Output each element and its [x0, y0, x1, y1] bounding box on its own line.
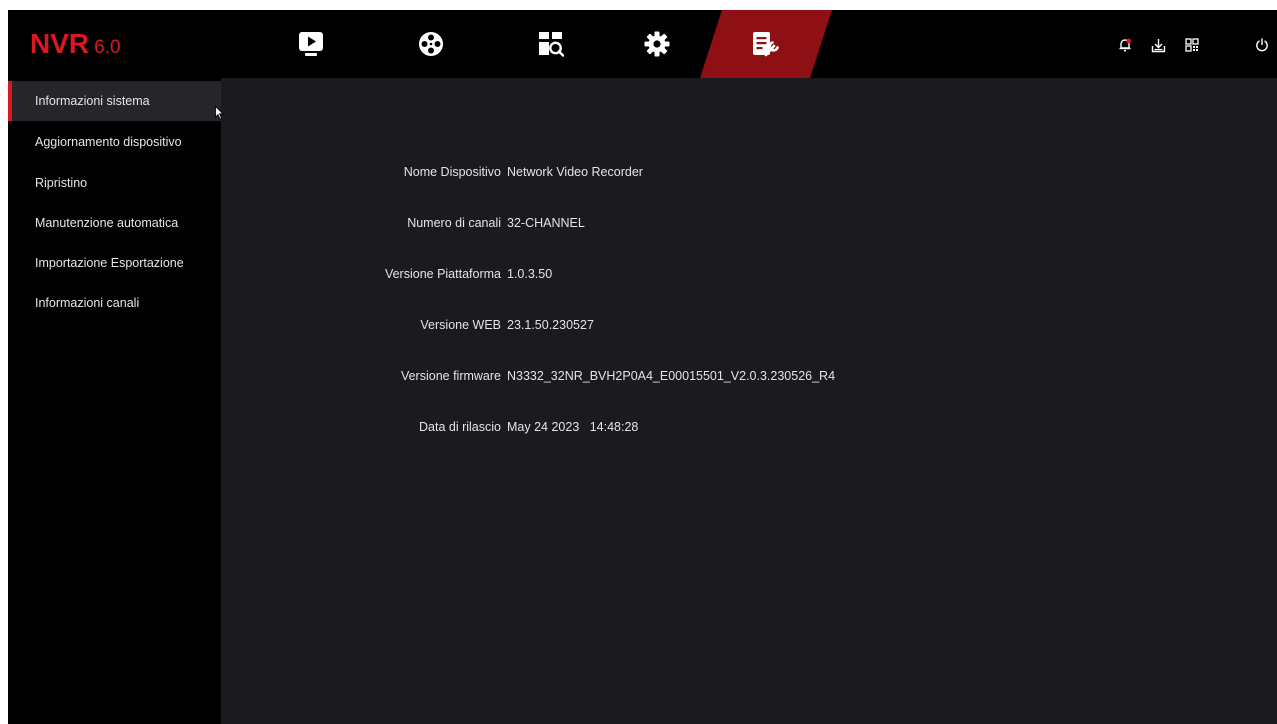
info-row-platform-version: Versione Piattaforma 1.0.3.50: [221, 267, 1221, 287]
info-label: Versione Piattaforma: [384, 267, 501, 281]
info-row-release-date: Data di rilascio May 24 2023 14:48:28: [221, 420, 1221, 440]
power-button[interactable]: [1252, 35, 1272, 55]
maintenance-icon: [753, 32, 779, 57]
sidebar-item-informazioni-canali[interactable]: Informazioni canali: [8, 283, 221, 323]
smart-search-icon: [539, 32, 564, 57]
info-value: 23.1.50.230527: [507, 318, 594, 332]
nav-live-view-button[interactable]: [271, 10, 351, 78]
info-label: Nome Dispositivo: [403, 165, 501, 179]
info-row-device-name: Nome Dispositivo Network Video Recorder: [221, 165, 1221, 185]
brand-name: NVR: [30, 28, 90, 59]
app-version: 6.0: [94, 37, 121, 58]
sidebar: Informazioni sistema Aggiornamento dispo…: [8, 78, 221, 724]
sidebar-item-label: Informazioni sistema: [35, 94, 150, 108]
sidebar-item-label: Aggiornamento dispositivo: [35, 135, 182, 149]
sidebar-item-label: Manutenzione automatica: [35, 216, 179, 230]
live-view-icon: [299, 32, 323, 56]
mouse-cursor-icon: [215, 106, 224, 120]
info-row-web-version: Versione WEB 23.1.50.230527: [221, 318, 1221, 338]
sidebar-item-label: Ripristino: [35, 176, 88, 190]
alarm-button[interactable]: [1115, 35, 1135, 55]
app-logo: NVR 6.0: [30, 28, 121, 62]
sidebar-item-importazione-esportazione[interactable]: Importazione Esportazione: [8, 243, 221, 283]
top-bar: NVR 6.0: [8, 10, 1277, 78]
info-label: Data di rilascio: [419, 420, 501, 434]
nav-maintenance-button[interactable]: [726, 10, 806, 78]
sidebar-item-label: Importazione Esportazione: [35, 256, 184, 270]
info-value: May 24 2023 14:48:28: [507, 420, 639, 434]
download-button[interactable]: [1148, 35, 1168, 55]
sidebar-item-ripristino[interactable]: Ripristino: [8, 163, 221, 203]
sidebar-item-manutenzione-automatica[interactable]: Manutenzione automatica: [8, 203, 221, 243]
nav-playback-button[interactable]: [391, 10, 471, 78]
power-icon: [1256, 38, 1268, 52]
alarm-bell-icon: [1119, 38, 1132, 52]
info-row-firmware-version: Versione firmware N3332_32NR_BVH2P0A4_E0…: [221, 369, 1221, 389]
info-value: N3332_32NR_BVH2P0A4_E00015501_V2.0.3.230…: [507, 369, 836, 383]
playback-reel-icon: [419, 32, 443, 56]
info-label: Numero di canali: [407, 216, 501, 230]
info-value: Network Video Recorder: [507, 165, 643, 179]
nvr-screen: NVR 6.0 Informazioni sistema Aggiornamen…: [8, 10, 1277, 724]
info-label: Versione firmware: [400, 369, 501, 383]
info-value: 32-CHANNEL: [507, 216, 585, 230]
nav-settings-button[interactable]: [617, 10, 697, 78]
nav-search-button[interactable]: [511, 10, 591, 78]
sidebar-item-informazioni-sistema[interactable]: Informazioni sistema: [8, 81, 221, 121]
sidebar-item-aggiornamento-dispositivo[interactable]: Aggiornamento dispositivo: [8, 122, 221, 162]
sidebar-item-label: Informazioni canali: [35, 296, 140, 310]
info-label: Versione WEB: [420, 318, 501, 332]
qr-code-button[interactable]: [1182, 35, 1202, 55]
qr-code-icon: [1185, 38, 1199, 52]
gear-icon: [644, 31, 670, 57]
info-value: 1.0.3.50: [507, 267, 553, 281]
info-row-channel-count: Numero di canali 32-CHANNEL: [221, 216, 1221, 236]
download-icon: [1151, 38, 1165, 52]
